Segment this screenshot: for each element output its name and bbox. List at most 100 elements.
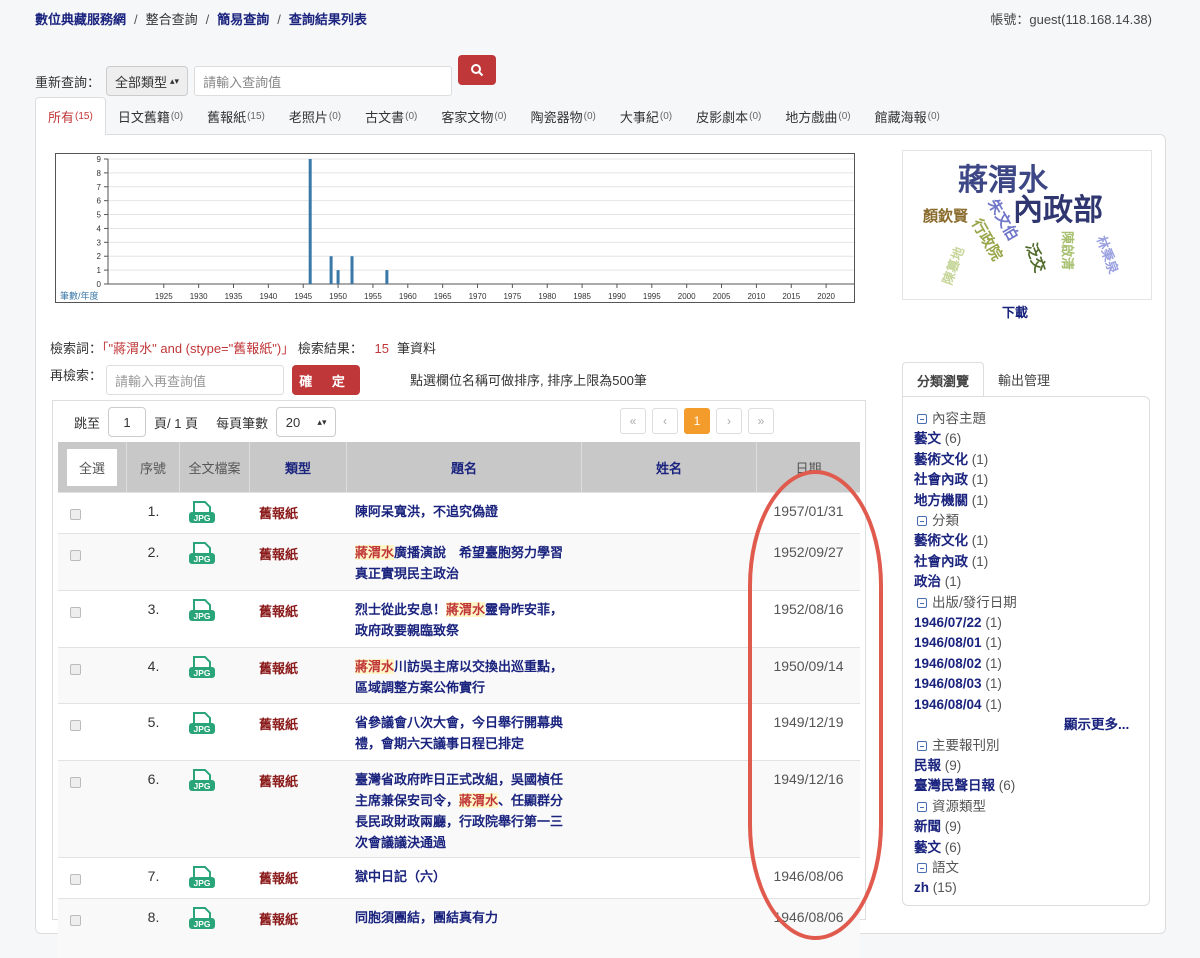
- facet-label: 政治: [914, 574, 941, 590]
- facet-item[interactable]: 藝術文化 (1): [914, 531, 1149, 551]
- row-checkbox[interactable]: [70, 509, 81, 520]
- breadcrumb-integrated[interactable]: 整合查詢: [146, 12, 198, 27]
- select-all-button[interactable]: 全選: [66, 448, 117, 486]
- tab-category-browse[interactable]: 分類瀏覽: [902, 362, 985, 397]
- bar: [336, 270, 340, 284]
- jpg-file-icon[interactable]: JPG: [188, 866, 216, 890]
- facet-item[interactable]: 藝文 (6): [914, 838, 1149, 858]
- row-title-link[interactable]: 烈士從此安息！蔣渭水靈骨昨安菲，政府政要親臨致祭: [347, 591, 582, 647]
- current-page-button[interactable]: 1: [684, 408, 710, 434]
- cloud-word[interactable]: 陳篡地: [937, 244, 968, 287]
- confirm-button[interactable]: 確 定: [292, 365, 361, 395]
- page-input[interactable]: 1: [108, 407, 147, 437]
- y-tick-label: 9: [97, 155, 102, 164]
- jpg-file-icon[interactable]: JPG: [188, 656, 216, 680]
- row-title-link[interactable]: 省參議會八次大會，今日舉行開幕典禮，會期六天議事日程已排定: [347, 704, 582, 760]
- query-input[interactable]: 請輸入查詢值: [194, 66, 453, 96]
- row-checkbox[interactable]: [70, 664, 81, 675]
- facet-group-header[interactable]: 主要報刊別: [914, 736, 1149, 756]
- row-checkbox[interactable]: [70, 915, 81, 926]
- x-tick-label: 1925: [155, 292, 173, 301]
- first-page-button[interactable]: «: [620, 408, 646, 434]
- facet-item[interactable]: 地方機關 (1): [914, 491, 1149, 511]
- facet-item[interactable]: 1946/08/02 (1): [914, 654, 1149, 674]
- row-checkbox[interactable]: [70, 720, 81, 731]
- row-title-link[interactable]: 蔣渭水廣播演說 希望臺胞努力學習 真正實現民主政治: [347, 534, 582, 590]
- jpg-file-icon[interactable]: JPG: [188, 599, 216, 623]
- facet-group-header[interactable]: 語文: [914, 858, 1149, 878]
- facet-item[interactable]: 藝術文化 (1): [914, 450, 1149, 470]
- row-number: 1.: [147, 503, 160, 519]
- tab-2[interactable]: 舊報紙 (15): [195, 97, 277, 135]
- row-title-link[interactable]: 臺灣省政府昨日正式改組，吳國楨任主席兼保安司令，蔣渭水、任顯群分長民政財政兩廳，…: [347, 761, 582, 857]
- jpg-file-icon[interactable]: JPG: [188, 769, 216, 793]
- facet-item[interactable]: 藝文 (6): [914, 429, 1149, 449]
- row-title-link[interactable]: 同胞須團結，團結真有力: [347, 899, 582, 958]
- jpg-file-icon[interactable]: JPG: [188, 542, 216, 566]
- tab-8[interactable]: 皮影劇本 (0): [684, 97, 773, 135]
- tab-4[interactable]: 古文書 (0): [353, 97, 429, 135]
- facet-group-header[interactable]: 資源類型: [914, 797, 1149, 817]
- refine-input[interactable]: 請輸入再查詢值: [106, 365, 285, 395]
- prev-page-button[interactable]: ‹: [652, 408, 678, 434]
- facet-item[interactable]: 1946/08/03 (1): [914, 674, 1149, 694]
- tab-7[interactable]: 大事紀 (0): [608, 97, 684, 135]
- row-title-link[interactable]: 蔣渭水川訪吳主席以交換出巡重點，區域調整方案公佈實行: [347, 648, 582, 703]
- tab-count: (0): [170, 110, 184, 122]
- facet-item[interactable]: 新聞 (9): [914, 817, 1149, 837]
- cloud-word[interactable]: 林秉泉: [1093, 233, 1124, 276]
- col-title-sort[interactable]: 題名: [347, 442, 582, 492]
- facet-item[interactable]: 社會內政 (1): [914, 552, 1149, 572]
- tab-label: 舊報紙: [207, 109, 247, 125]
- facet-item[interactable]: 1946/08/04 (1): [914, 695, 1149, 715]
- breadcrumb-simple[interactable]: 簡易查詢: [217, 12, 269, 27]
- facet-group-header[interactable]: 內容主題: [914, 409, 1149, 429]
- show-more-link[interactable]: 顯示更多...: [914, 715, 1149, 735]
- search-button[interactable]: [458, 55, 497, 85]
- col-name-sort[interactable]: 姓名: [582, 442, 757, 492]
- facet-item[interactable]: 1946/07/22 (1): [914, 613, 1149, 633]
- row-checkbox[interactable]: [70, 607, 81, 618]
- type-select[interactable]: 全部類型 ▴▾: [106, 66, 189, 96]
- tab-10[interactable]: 館藏海報 (0): [863, 97, 952, 135]
- cloud-word[interactable]: 內政部: [1013, 185, 1103, 229]
- tab-9[interactable]: 地方戲曲 (0): [773, 97, 862, 135]
- tab-5[interactable]: 客家文物 (0): [429, 97, 518, 135]
- facet-item[interactable]: 民報 (9): [914, 756, 1149, 776]
- tab-0[interactable]: 所有 (15): [35, 97, 106, 135]
- tab-1[interactable]: 日文舊籍 (0): [106, 97, 195, 135]
- breadcrumb: 數位典藏服務網 / 整合查詢 / 簡易查詢 / 查詢結果列表: [35, 12, 367, 27]
- facet-label: 藝文: [914, 431, 941, 447]
- row-checkbox[interactable]: [70, 550, 81, 561]
- col-type-sort[interactable]: 類型: [250, 442, 347, 492]
- breadcrumb-home[interactable]: 數位典藏服務網: [35, 12, 126, 27]
- cloud-word[interactable]: 泛交: [1021, 240, 1051, 275]
- tab-3[interactable]: 老照片 (0): [277, 97, 353, 135]
- tab-count: (0): [328, 110, 342, 122]
- facet-group-header[interactable]: 出版/發行日期: [914, 593, 1149, 613]
- facet-group-header[interactable]: 分類: [914, 511, 1149, 531]
- next-page-button[interactable]: ›: [716, 408, 742, 434]
- row-title-link[interactable]: 陳阿呆寬洪，不追究偽證: [347, 493, 582, 533]
- facet-item[interactable]: 社會內政 (1): [914, 470, 1149, 490]
- cloud-word[interactable]: 陳啟清: [1059, 231, 1078, 270]
- facet-item[interactable]: 1946/08/01 (1): [914, 633, 1149, 653]
- per-page-select[interactable]: 20 ▴▾: [276, 407, 337, 437]
- x-tick-label: 1985: [573, 292, 591, 301]
- row-checkbox[interactable]: [70, 777, 81, 788]
- cloud-word[interactable]: 顏欽賢: [923, 205, 968, 226]
- tab-6[interactable]: 陶瓷器物 (0): [519, 97, 608, 135]
- bar: [350, 256, 354, 284]
- row-title-link[interactable]: 獄中日記（六）: [347, 858, 582, 898]
- jpg-file-icon[interactable]: JPG: [188, 712, 216, 736]
- jpg-file-icon[interactable]: JPG: [188, 907, 216, 931]
- tab-export[interactable]: 輸出管理: [984, 362, 1064, 397]
- title-text: 陳阿呆寬洪，不追究偽證: [355, 504, 499, 519]
- jpg-file-icon[interactable]: JPG: [188, 501, 216, 525]
- last-page-button[interactable]: »: [748, 408, 774, 434]
- facet-item[interactable]: zh (15): [914, 878, 1149, 898]
- facet-item[interactable]: 臺灣民聲日報 (6): [914, 776, 1149, 796]
- download-link[interactable]: 下載: [1002, 302, 1028, 321]
- row-checkbox[interactable]: [70, 874, 81, 885]
- facet-item[interactable]: 政治 (1): [914, 572, 1149, 592]
